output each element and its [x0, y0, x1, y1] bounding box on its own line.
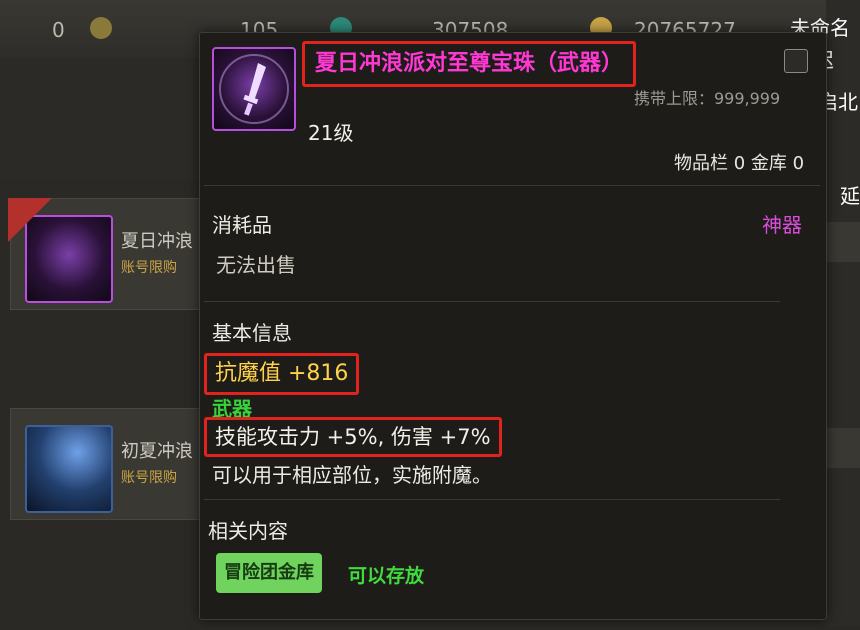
- carry-limit: 携带上限：999,999: [634, 89, 781, 108]
- close-button[interactable]: [784, 49, 808, 73]
- related-content-heading: 相关内容: [208, 519, 288, 543]
- list-item-title: 夏日冲浪: [121, 231, 193, 252]
- enchant-description: 可以用于相应部位，实施附魔。: [212, 463, 492, 487]
- magic-resist-stat: 抗魔值 +816: [204, 353, 360, 395]
- item-rarity: 神器: [762, 213, 802, 237]
- right-edge-stub: [826, 222, 860, 262]
- divider: [204, 301, 780, 302]
- skill-attack-stat: 技能攻击力 +5%, 伤害 +7%: [204, 417, 502, 457]
- item-tooltip: 夏日冲浪派对至尊宝珠（武器） 携带上限：999,999 21级 物品栏 0 金库…: [199, 32, 827, 620]
- sale-ribbon: [8, 198, 52, 242]
- item-level: 21级: [308, 121, 354, 145]
- adventure-vault-button[interactable]: 冒险团金库: [216, 553, 322, 593]
- list-item-title: 初夏冲浪: [121, 441, 193, 462]
- storage-count: 物品栏 0 金库 0: [674, 153, 805, 174]
- overlay-delay-short-label: 延: [840, 184, 860, 208]
- storable-label: 可以存放: [348, 565, 425, 587]
- list-item-subtitle: 账号限购: [121, 260, 177, 276]
- right-edge-stub: [826, 428, 860, 468]
- currency-value-1: 0: [52, 18, 65, 42]
- divider: [204, 499, 780, 500]
- item-title: 夏日冲浪派对至尊宝珠（武器）: [302, 41, 637, 87]
- divider: [204, 185, 820, 186]
- no-sell-notice: 无法出售: [216, 253, 296, 277]
- item-thumbnail: [25, 425, 113, 513]
- basic-info-heading: 基本信息: [212, 321, 292, 345]
- moon-icon: [90, 17, 112, 39]
- item-category: 消耗品: [212, 213, 272, 237]
- list-item-subtitle: 账号限购: [121, 470, 177, 486]
- orb-sword-icon: [212, 47, 296, 131]
